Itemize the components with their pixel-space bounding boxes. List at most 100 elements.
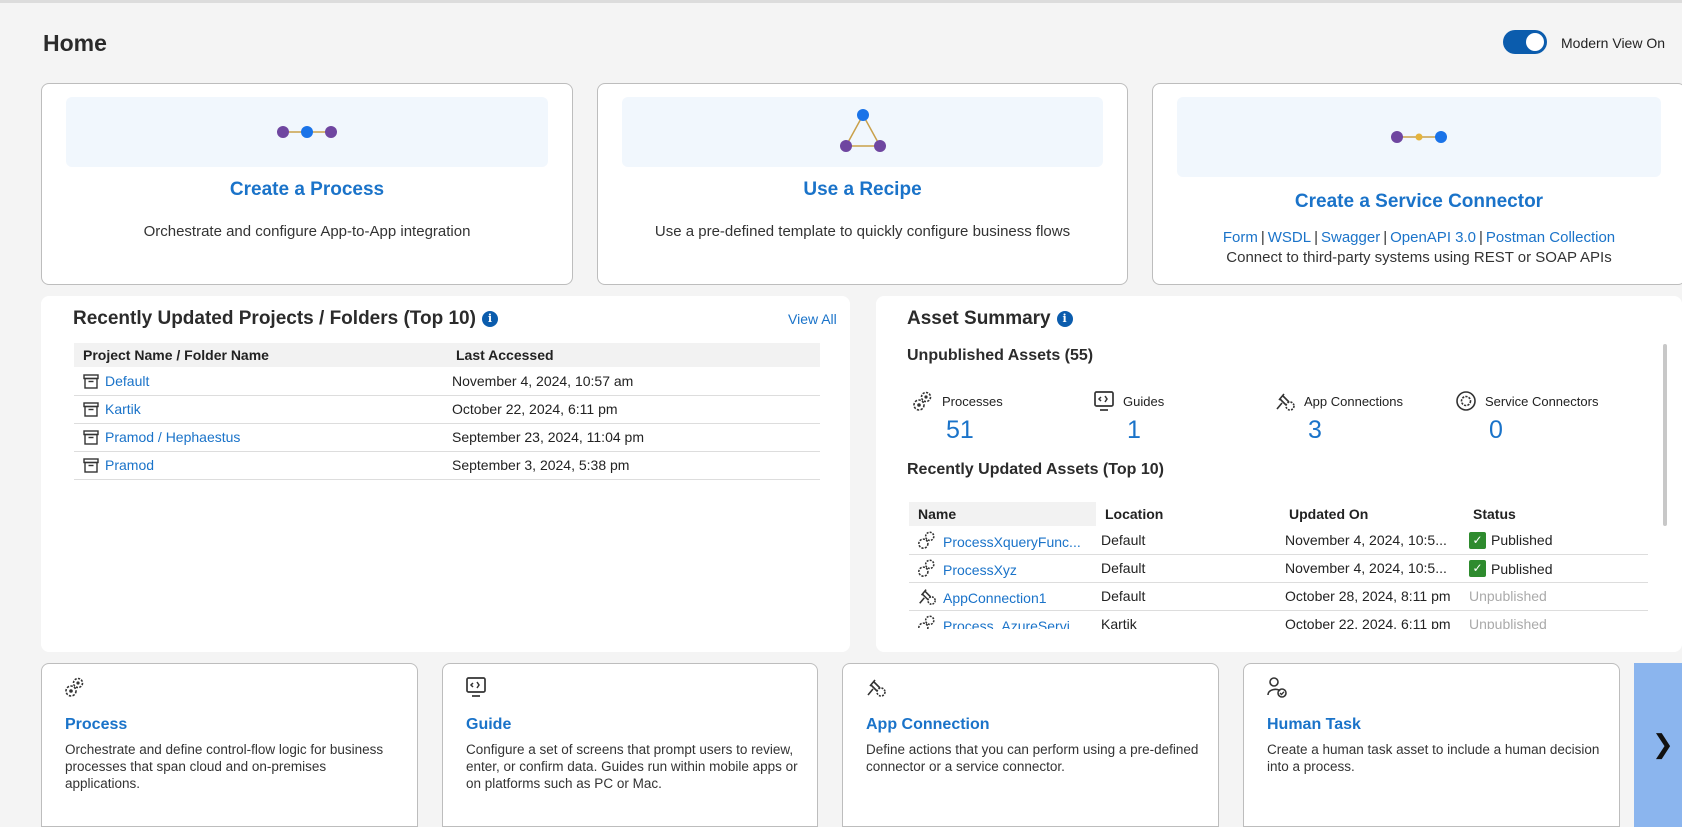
table-row[interactable]: ProcessXyz Default November 4, 2024, 10:… [909, 554, 1648, 583]
openapi-link[interactable]: OpenAPI 3.0 [1390, 229, 1476, 246]
type-card-human-task[interactable]: Human Task Create a human task asset to … [1243, 663, 1620, 827]
column-header-updated-on[interactable]: Updated On [1280, 502, 1464, 526]
create-process-card[interactable]: Create a Process Orchestrate and configu… [41, 83, 573, 285]
location-cell: Default [1096, 526, 1280, 555]
asset-summary-header: Asset Summary i [907, 308, 1073, 330]
status-text: Published [1491, 532, 1553, 549]
type-card-desc: Create a human task asset to include a h… [1267, 742, 1600, 774]
metric-value[interactable]: 0 [1489, 416, 1598, 445]
type-card-process[interactable]: Process Orchestrate and define control-f… [41, 663, 418, 827]
metric-guides[interactable]: Guides 1 [1093, 390, 1164, 445]
metric-label: Processes [942, 393, 1003, 409]
metric-value[interactable]: 3 [1308, 416, 1403, 445]
plug-gear-icon [1276, 393, 1295, 411]
link-separator: | [1383, 229, 1388, 246]
create-process-title[interactable]: Create a Process [42, 179, 572, 201]
type-card-title[interactable]: Human Task [1267, 716, 1361, 734]
metric-label: App Connections [1304, 393, 1404, 409]
updated-cell: November 4, 2024, 10:5... [1280, 526, 1464, 555]
column-header-location[interactable]: Location [1096, 502, 1280, 526]
updated-cell: November 4, 2024, 10:5... [1280, 554, 1464, 583]
table-row[interactable]: ProcessXqueryFunc... Default November 4,… [909, 526, 1648, 555]
last-accessed-cell: November 4, 2024, 10:57 am [447, 367, 820, 396]
link-separator: | [1314, 229, 1318, 246]
service-connector-card[interactable]: Create a Service Connector Form | WSDL | Swa… [1152, 83, 1682, 285]
process-flow-icon [277, 126, 337, 138]
plug-gear-icon [867, 679, 886, 697]
asset-summary-scrollbar[interactable] [1663, 344, 1667, 526]
project-link[interactable]: Pramod [105, 457, 154, 473]
projects-table: Project Name / Folder Name Last Accessed… [74, 343, 820, 480]
link-separator: | [1260, 229, 1265, 246]
archive-icon [83, 402, 99, 417]
info-icon[interactable]: i [1056, 311, 1073, 327]
use-recipe-card[interactable]: Use a Recipe Use a pre-defined template … [597, 83, 1128, 285]
metric-label: Guides [1123, 393, 1165, 409]
type-card-guide[interactable]: Guide Configure a set of screens that pr… [442, 663, 818, 827]
gears-icon [913, 391, 932, 411]
table-row[interactable]: Pramod September 3, 2024, 5:38 pm [74, 451, 820, 480]
type-card-title[interactable]: Process [65, 716, 127, 734]
recent-assets-label: Recently Updated Assets (Top 10) [907, 461, 1164, 478]
location-cell: Default [1096, 554, 1280, 583]
wsdl-link[interactable]: WSDL [1268, 229, 1311, 246]
metric-label: Service Connectors [1485, 393, 1599, 409]
postman-link[interactable]: Postman Collection [1486, 229, 1615, 246]
toggle-knob [1526, 33, 1544, 51]
metric-value[interactable]: 1 [1127, 416, 1164, 445]
carousel-next-button[interactable]: ❯ [1634, 663, 1682, 827]
metric-app-connections[interactable]: App Connections 3 [1274, 390, 1403, 445]
use-recipe-title[interactable]: Use a Recipe [598, 179, 1127, 201]
status-badge: ✓ Published [1469, 560, 1553, 577]
use-recipe-banner [622, 97, 1103, 167]
last-accessed-cell: September 23, 2024, 11:04 pm [447, 423, 820, 452]
metric-service-connectors[interactable]: Service Connectors 0 [1455, 390, 1598, 445]
table-row[interactable]: AppConnection1 Default October 28, 2024,… [909, 582, 1648, 611]
view-all-link[interactable]: View All [788, 311, 837, 327]
metric-processes[interactable]: Processes 51 [912, 390, 1003, 445]
table-row[interactable]: Kartik October 22, 2024, 6:11 pm [74, 395, 820, 424]
column-header-status[interactable]: Status [1464, 502, 1648, 526]
updated-cell: October 28, 2024, 8:11 pm [1280, 582, 1464, 611]
user-check-icon [1267, 677, 1287, 698]
metric-value[interactable]: 51 [946, 416, 1003, 445]
project-link[interactable]: Kartik [105, 401, 141, 417]
plug-gear-icon [919, 589, 936, 605]
assets-table: Name Location Updated On Status ProcessX… [909, 502, 1648, 629]
connector-type-links: Form | WSDL | Swagger | OpenAPI 3.0 | Postman Co… [1153, 229, 1682, 246]
column-header-name[interactable]: Name [909, 502, 1096, 526]
asset-link[interactable]: ProcessXyz [943, 562, 1017, 578]
type-card-title[interactable]: App Connection [866, 716, 990, 734]
info-icon[interactable]: i [481, 311, 498, 327]
table-row[interactable]: Process_AzureServi... Kartik October 22,… [909, 610, 1648, 629]
service-connector-banner [1177, 97, 1661, 177]
column-header-project-name[interactable]: Project Name / Folder Name [74, 343, 447, 367]
last-accessed-cell: October 22, 2024, 6:11 pm [447, 395, 820, 424]
form-link[interactable]: Form [1223, 229, 1258, 246]
monitor-icon [466, 677, 486, 697]
asset-link[interactable]: Process_AzureServi... [943, 618, 1082, 629]
type-card-title[interactable]: Guide [466, 716, 511, 734]
modern-view-toggle[interactable] [1503, 30, 1547, 54]
gears-icon [918, 559, 935, 577]
modern-view-label: Modern View On [1561, 35, 1666, 51]
swagger-link[interactable]: Swagger [1321, 229, 1380, 246]
assets-table-viewport: Name Location Updated On Status ProcessX… [909, 502, 1649, 629]
asset-summary-title: Asset Summary [907, 308, 1051, 329]
asset-link[interactable]: ProcessXqueryFunc... [943, 534, 1081, 550]
updated-cell: October 22, 2024, 6:11 pm [1280, 610, 1464, 629]
project-link[interactable]: Default [105, 373, 149, 389]
connector-icon [1391, 131, 1447, 143]
create-process-desc: Orchestrate and configure App-to-App int… [143, 223, 471, 240]
table-row[interactable]: Pramod / Hephaestus September 23, 2024, … [74, 423, 820, 452]
service-connector-title[interactable]: Create a Service Connector [1153, 191, 1682, 213]
column-header-last-accessed[interactable]: Last Accessed [447, 343, 820, 367]
type-card-app-connection[interactable]: App Connection Define actions that you c… [842, 663, 1219, 827]
archive-icon [83, 430, 99, 445]
table-row[interactable]: Default November 4, 2024, 10:57 am [74, 367, 820, 396]
project-link[interactable]: Pramod / Hephaestus [105, 429, 240, 445]
unpublished-assets-label: Unpublished Assets (55) [907, 347, 1094, 364]
asset-link[interactable]: AppConnection1 [943, 590, 1047, 606]
create-process-banner [66, 97, 548, 167]
type-card-desc: Configure a set of screens that prompt u… [466, 742, 798, 791]
